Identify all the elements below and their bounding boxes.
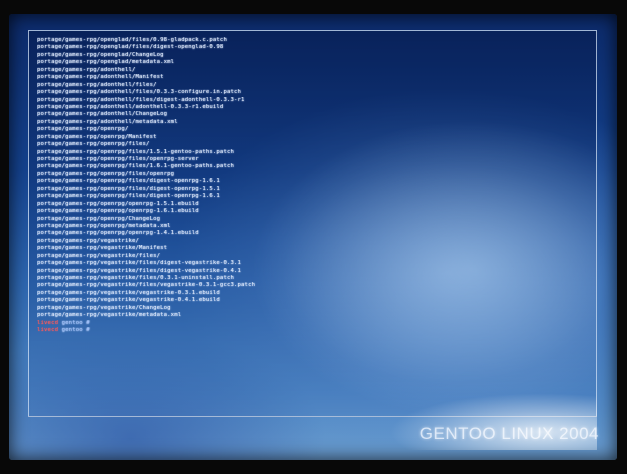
terminal-line: portage/games-rpg/openrpg/files/digest-o… — [37, 185, 220, 192]
terminal-line: portage/games-rpg/openrpg/openrpg-1.6.1.… — [37, 208, 199, 215]
terminal-line: portage/games-rpg/openrpg/ChangeLog — [37, 215, 161, 222]
terminal-prompt: livecd gentoo # — [37, 320, 588, 327]
terminal-window[interactable]: portage/games-rpg/openglad/files/0.98-gl… — [28, 30, 597, 417]
terminal-line: portage/games-rpg/vegastrike/ — [37, 237, 140, 244]
terminal-line: portage/games-rpg/openrpg/files/openrpg-… — [37, 156, 199, 162]
terminal-line: portage/games-rpg/openglad/metadata.xml — [37, 59, 175, 66]
terminal-line: portage/games-rpg/openrpg/files/1.6.1-ge… — [37, 163, 234, 170]
terminal-line: portage/games-rpg/vegastrike/vegastrike-… — [37, 297, 220, 304]
terminal-line: portage/games-rpg/vegastrike/files/diges… — [37, 260, 242, 267]
terminal-prompt: livecd gentoo # — [37, 327, 588, 334]
prompt-host: livecd — [37, 327, 59, 334]
terminal-line: portage/games-rpg/adonthell/files/ — [37, 81, 157, 88]
terminal-line: portage/games-rpg/openrpg/metadata.xml — [37, 222, 171, 229]
terminal-line: portage/games-rpg/adonthell/ — [37, 66, 136, 73]
terminal-line: portage/games-rpg/vegastrike/metadata.xm… — [37, 312, 182, 319]
terminal-line: portage/games-rpg/adonthell/files/0.3.3-… — [37, 89, 242, 96]
prompt-host: livecd — [37, 319, 59, 326]
terminal-line: portage/games-rpg/openrpg/files/openrpg — [37, 170, 175, 177]
terminal-line: portage/games-rpg/vegastrike/Manifest — [37, 245, 168, 252]
terminal-line: portage/games-rpg/vegastrike/vegastrike-… — [37, 289, 220, 296]
terminal-line: portage/games-rpg/vegastrike/files/diges… — [37, 267, 242, 274]
terminal-output: portage/games-rpg/openglad/files/0.98-gl… — [37, 37, 588, 335]
terminal-line: portage/games-rpg/adonthell/ChangeLog — [37, 111, 168, 118]
terminal-line: portage/games-rpg/vegastrike/ChangeLog — [37, 304, 171, 311]
terminal-line: portage/games-rpg/openrpg/files/ — [37, 141, 150, 148]
terminal-line: portage/games-rpg/openrpg/openrpg-1.4.1.… — [37, 230, 199, 237]
terminal-line: portage/games-rpg/openrpg/files/digest-o… — [37, 178, 220, 185]
terminal-line: portage/games-rpg/openglad/files/digest-… — [37, 44, 224, 51]
photo-frame: portage/games-rpg/openglad/files/0.98-gl… — [0, 0, 627, 474]
terminal-line: portage/games-rpg/openrpg/ — [37, 126, 129, 133]
gentoo-brand-text: GENTOO LINUX 2004 — [419, 424, 599, 443]
terminal-line: portage/games-rpg/openglad/ChangeLog — [37, 51, 164, 58]
terminal-line: portage/games-rpg/openrpg/Manifest — [37, 133, 157, 140]
monitor-screen: portage/games-rpg/openglad/files/0.98-gl… — [9, 14, 617, 460]
terminal-line: portage/games-rpg/openrpg/files/1.5.1-ge… — [37, 148, 234, 155]
terminal-line: portage/games-rpg/adonthell/adonthell-0.… — [37, 103, 224, 110]
terminal-line: portage/games-rpg/openglad/files/0.98-gl… — [37, 37, 227, 43]
terminal-line: portage/games-rpg/vegastrike/files/vegas… — [37, 282, 256, 289]
terminal-line: portage/games-rpg/openrpg/openrpg-1.5.1.… — [37, 200, 199, 207]
terminal-line: portage/games-rpg/vegastrike/files/0.3.1… — [37, 275, 234, 281]
terminal-line: portage/games-rpg/adonthell/Manifest — [37, 74, 164, 81]
prompt-path: gentoo # — [61, 327, 90, 334]
terminal-line: portage/games-rpg/adonthell/metadata.xml — [37, 118, 178, 125]
prompt-path: gentoo # — [61, 319, 90, 326]
terminal-line: portage/games-rpg/openrpg/files/digest-o… — [37, 193, 220, 200]
terminal-line: portage/games-rpg/adonthell/files/digest… — [37, 96, 245, 103]
terminal-line: portage/games-rpg/vegastrike/files/ — [37, 252, 161, 259]
